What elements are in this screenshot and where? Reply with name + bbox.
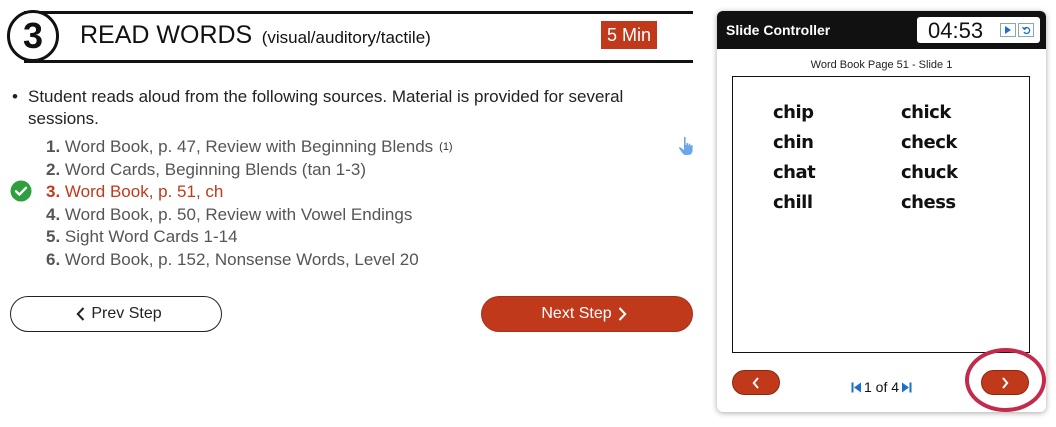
first-page-icon[interactable] [851,382,862,393]
reset-icon [1021,26,1030,34]
list-item[interactable]: 2. Word Cards, Beginning Blends (tan 1-3… [46,159,453,182]
hand-pointer-icon[interactable] [677,136,695,156]
slide-pager: 1 of 4 [849,379,914,395]
slide-controller-title: Slide Controller [726,22,831,38]
list-item-text: Sight Word Cards 1-14 [64,227,238,246]
list-item-number: 6. [46,249,61,269]
check-circle-icon [10,180,32,202]
duration-badge: 5 Min [601,21,657,49]
slide-word: chuck [901,162,958,183]
list-item-number: 4. [46,204,61,224]
slide-prev-button[interactable] [732,370,780,395]
slide-controller-header: Slide Controller 04:53 [717,11,1046,49]
list-item[interactable]: 4. Word Book, p. 50, Review with Vowel E… [46,204,453,227]
list-item-active[interactable]: 3. Word Book, p. 51, ch [46,181,453,204]
list-item-ref: (1) [439,141,453,153]
list-item[interactable]: 6. Word Book, p. 152, Nonsense Words, Le… [46,249,453,272]
timer-box: 04:53 [917,17,1040,43]
timer-display: 04:53 [928,18,984,43]
list-item-number: 3. [46,182,61,201]
chevron-left-icon [752,376,759,389]
slide-word: chick [901,102,951,123]
last-page-icon[interactable] [901,382,912,393]
slide-caption: Word Book Page 51 - Slide 1 [810,59,953,71]
page-title: READ WORDS [80,21,253,49]
list-item[interactable]: 5. Sight Word Cards 1-14 [46,226,453,249]
timer-reset-button[interactable] [1018,23,1034,37]
slide-word: chip [773,102,814,123]
slide-word: chill [773,192,813,213]
prev-step-label: Prev Step [91,305,162,322]
pager-text: 1 of 4 [864,379,900,395]
list-item-text: Word Book, p. 51, ch [64,182,224,201]
list-item-number: 5. [46,227,61,246]
header-top-rule [24,11,693,14]
instruction-text: Student reads aloud from the following s… [28,87,624,128]
slide-word: check [901,132,957,153]
source-list: 1. Word Book, p. 47, Review with Beginni… [46,136,453,271]
highlight-ring [965,348,1046,412]
chevron-left-icon [76,307,85,321]
slide-word: chin [773,132,814,153]
next-step-label: Next Step [541,305,612,322]
slide-word: chat [773,162,816,183]
timer-play-button[interactable] [1000,23,1016,37]
list-item-text: Word Book, p. 50, Review with Vowel Endi… [64,204,413,224]
list-item[interactable]: 1. Word Book, p. 47, Review with Beginni… [46,136,453,159]
header-bottom-rule [24,60,693,63]
list-item-number: 1. [46,137,61,156]
list-item-text: Word Cards, Beginning Blends (tan 1-3) [64,159,367,179]
slide-frame: chip chin chat chill chick check chuck c… [732,76,1030,353]
chevron-right-icon [618,307,627,321]
instruction-bullet: • Student reads aloud from the following… [12,86,672,130]
list-item-number: 2. [46,159,61,179]
play-icon [1005,26,1011,34]
slide-word: chess [901,192,956,213]
bullet-dot: • [12,87,18,106]
step-number-badge: 3 [7,10,59,62]
next-step-button[interactable]: Next Step [481,296,693,332]
page-subtitle: (visual/auditory/tactile) [261,28,431,47]
list-item-text: Word Book, p. 152, Nonsense Words, Level… [64,249,419,269]
page-title-wrap: READ WORDS (visual/auditory/tactile) [80,21,431,50]
prev-step-button[interactable]: Prev Step [10,296,222,332]
list-item-text: Word Book, p. 47, Review with Beginning … [64,137,434,156]
